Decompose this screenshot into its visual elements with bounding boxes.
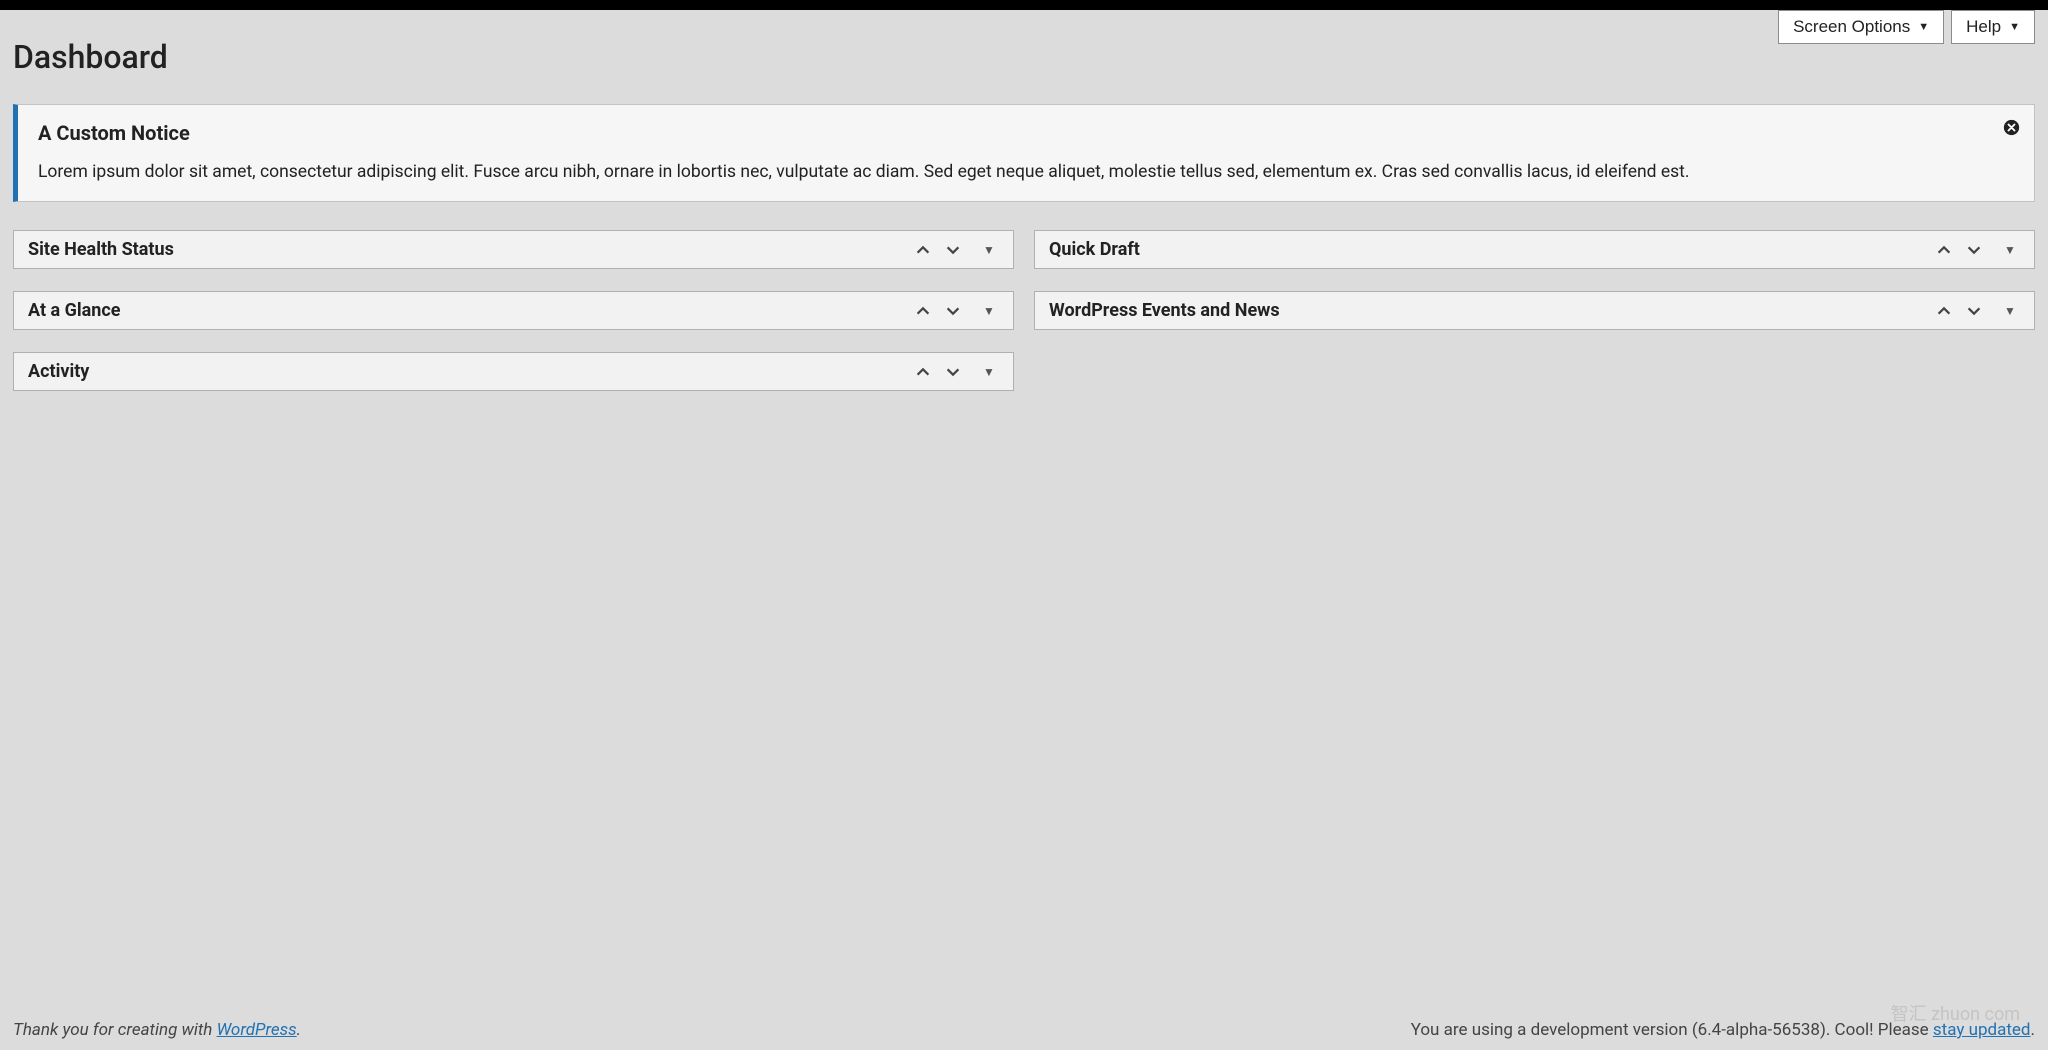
caret-down-icon: ▼ bbox=[1918, 21, 1929, 33]
move-up-button[interactable] bbox=[1934, 302, 1954, 320]
move-down-button[interactable] bbox=[943, 363, 963, 381]
widget-actions: ▼ bbox=[1934, 241, 2020, 259]
footer-version-suffix: . bbox=[2031, 1020, 2035, 1040]
widget-events-news: WordPress Events and News ▼ bbox=[1034, 291, 2035, 330]
chevron-up-icon bbox=[914, 302, 932, 320]
move-down-button[interactable] bbox=[1964, 241, 1984, 259]
footer-thanks: Thank you for creating with WordPress. bbox=[13, 1020, 301, 1040]
close-icon bbox=[2003, 119, 2020, 136]
chevron-down-icon bbox=[1965, 302, 1983, 320]
dashboard-widgets: Site Health Status ▼ At a Glance ▼ bbox=[13, 230, 2035, 391]
widget-title: At a Glance bbox=[28, 300, 913, 321]
widget-header[interactable]: WordPress Events and News ▼ bbox=[1035, 292, 2034, 329]
move-down-button[interactable] bbox=[943, 302, 963, 320]
widget-actions: ▼ bbox=[913, 241, 999, 259]
move-up-button[interactable] bbox=[1934, 241, 1954, 259]
widget-header[interactable]: Activity ▼ bbox=[14, 353, 1013, 390]
chevron-down-icon bbox=[944, 363, 962, 381]
page-title: Dashboard bbox=[13, 38, 2035, 76]
widget-at-a-glance: At a Glance ▼ bbox=[13, 291, 1014, 330]
screen-meta-links: Screen Options ▼ Help ▼ bbox=[1778, 10, 2035, 44]
toggle-widget-button[interactable]: ▼ bbox=[979, 304, 999, 318]
chevron-down-icon bbox=[944, 241, 962, 259]
move-up-button[interactable] bbox=[913, 363, 933, 381]
screen-options-button[interactable]: Screen Options ▼ bbox=[1778, 10, 1944, 44]
help-label: Help bbox=[1966, 17, 2001, 37]
chevron-down-icon bbox=[944, 302, 962, 320]
move-down-button[interactable] bbox=[1964, 302, 1984, 320]
widget-actions: ▼ bbox=[913, 363, 999, 381]
stay-updated-link[interactable]: stay updated bbox=[1933, 1020, 2031, 1040]
widget-header[interactable]: Quick Draft ▼ bbox=[1035, 231, 2034, 268]
widget-actions: ▼ bbox=[913, 302, 999, 320]
chevron-up-icon bbox=[914, 363, 932, 381]
widgets-column-right: Quick Draft ▼ WordPress Events and News … bbox=[1034, 230, 2035, 391]
widget-site-health: Site Health Status ▼ bbox=[13, 230, 1014, 269]
widget-header[interactable]: Site Health Status ▼ bbox=[14, 231, 1013, 268]
toggle-widget-button[interactable]: ▼ bbox=[979, 365, 999, 379]
chevron-down-icon bbox=[1965, 241, 1983, 259]
widget-title: Activity bbox=[28, 361, 913, 382]
notice-title: A Custom Notice bbox=[38, 121, 1979, 145]
screen-options-label: Screen Options bbox=[1793, 17, 1910, 37]
toggle-widget-button[interactable]: ▼ bbox=[2000, 243, 2020, 257]
move-up-button[interactable] bbox=[913, 302, 933, 320]
chevron-up-icon bbox=[1935, 241, 1953, 259]
admin-bar bbox=[0, 0, 2048, 10]
notice-body: Lorem ipsum dolor sit amet, consectetur … bbox=[38, 159, 1979, 185]
move-up-button[interactable] bbox=[913, 241, 933, 259]
admin-notice: A Custom Notice Lorem ipsum dolor sit am… bbox=[13, 104, 2035, 202]
caret-down-icon: ▼ bbox=[2009, 21, 2020, 33]
widget-title: WordPress Events and News bbox=[1049, 300, 1934, 321]
footer-version: You are using a development version (6.4… bbox=[1411, 1020, 2035, 1040]
dismiss-notice-button[interactable] bbox=[2003, 119, 2020, 136]
toggle-widget-button[interactable]: ▼ bbox=[979, 243, 999, 257]
widget-title: Quick Draft bbox=[1049, 239, 1934, 260]
content-wrap: Dashboard A Custom Notice Lorem ipsum do… bbox=[0, 10, 2048, 451]
footer-thanks-suffix: . bbox=[297, 1020, 301, 1040]
chevron-up-icon bbox=[1935, 302, 1953, 320]
widget-actions: ▼ bbox=[1934, 302, 2020, 320]
widget-header[interactable]: At a Glance ▼ bbox=[14, 292, 1013, 329]
footer-version-prefix: You are using a development version (6.4… bbox=[1411, 1020, 1933, 1040]
widget-title: Site Health Status bbox=[28, 239, 913, 260]
footer-thanks-prefix: Thank you for creating with bbox=[13, 1020, 217, 1040]
help-button[interactable]: Help ▼ bbox=[1951, 10, 2035, 44]
widget-quick-draft: Quick Draft ▼ bbox=[1034, 230, 2035, 269]
widget-activity: Activity ▼ bbox=[13, 352, 1014, 391]
widgets-column-left: Site Health Status ▼ At a Glance ▼ bbox=[13, 230, 1014, 391]
wordpress-link[interactable]: WordPress bbox=[217, 1020, 297, 1040]
toggle-widget-button[interactable]: ▼ bbox=[2000, 304, 2020, 318]
admin-footer: Thank you for creating with WordPress. Y… bbox=[0, 1016, 2048, 1050]
chevron-up-icon bbox=[914, 241, 932, 259]
move-down-button[interactable] bbox=[943, 241, 963, 259]
